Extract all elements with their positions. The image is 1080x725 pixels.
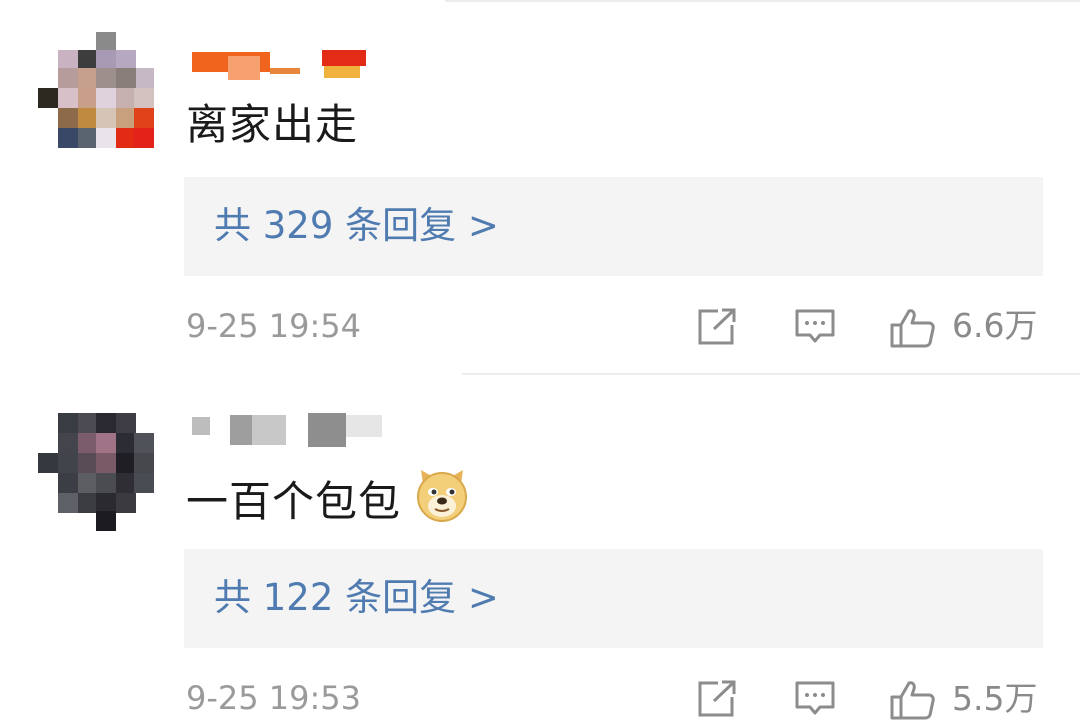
comment-divider	[462, 373, 1080, 375]
view-replies-link[interactable]: 共 329 条回复 >	[214, 203, 499, 249]
comment-text: 一百个包包	[186, 468, 469, 538]
avatar[interactable]	[38, 32, 154, 148]
thumbs-up-icon[interactable]	[889, 307, 937, 353]
view-replies-link[interactable]: 共 122 条回复 >	[214, 575, 499, 621]
like-count: 6.6万	[952, 306, 1038, 345]
comment-icon[interactable]	[794, 679, 836, 723]
reply-summary-box[interactable]: 共 329 条回复 >	[184, 177, 1043, 276]
doge-emoji-icon	[415, 468, 469, 535]
share-icon[interactable]	[696, 679, 738, 723]
reply-summary-box[interactable]: 共 122 条回复 >	[184, 549, 1043, 648]
timestamp: 9-25 19:53	[186, 679, 362, 717]
share-icon[interactable]	[696, 307, 738, 351]
comment-text-content: 一百个包包	[186, 477, 402, 526]
comment-text-content: 离家出走	[186, 100, 359, 149]
timestamp: 9-25 19:54	[186, 307, 362, 345]
comment-icon[interactable]	[794, 307, 836, 351]
comment-text: 离家出走	[186, 98, 358, 152]
thumbs-up-icon[interactable]	[889, 679, 937, 725]
top-divider	[445, 0, 1080, 2]
avatar[interactable]	[38, 413, 154, 531]
like-count: 5.5万	[952, 679, 1038, 718]
